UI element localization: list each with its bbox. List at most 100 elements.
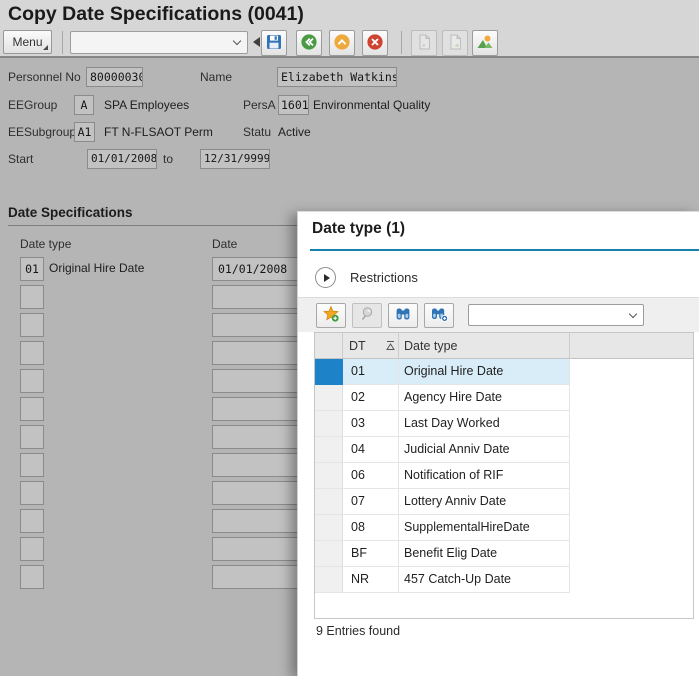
status-value: Active [278, 122, 311, 142]
overview-icon [476, 33, 494, 54]
row-filler [570, 489, 693, 515]
date-type-code-field[interactable] [20, 285, 44, 309]
status-label: Statu [243, 122, 271, 142]
personnel-no-field[interactable]: 80000030 [86, 67, 143, 87]
dt-code-cell: 06 [343, 463, 399, 489]
date-type-label-cell: Lottery Anniv Date [399, 489, 570, 515]
date-type-option-row[interactable]: 03Last Day Worked [315, 411, 693, 437]
row-selector-cell[interactable] [315, 437, 343, 463]
expand-restrictions-button[interactable] [315, 267, 336, 288]
sap-window: Copy Date Specifications (0041) Menu [0, 0, 699, 676]
pers-a-label: PersA [243, 95, 276, 115]
date-type-code-field[interactable] [20, 537, 44, 561]
chevron-down-icon [233, 37, 241, 45]
row-filler [570, 411, 693, 437]
row-selector-cell[interactable] [315, 515, 343, 541]
date-type-option-row[interactable]: 07Lottery Anniv Date [315, 489, 693, 515]
chevron-down-icon [629, 310, 637, 318]
dt-code-cell: 01 [343, 359, 399, 385]
to-label: to [163, 149, 173, 169]
row-selector-cell[interactable] [315, 567, 343, 593]
row-selector-cell[interactable] [315, 489, 343, 515]
name-field[interactable]: Elizabeth Watkins [277, 67, 397, 87]
date-type-text: Original Hire Date [49, 261, 144, 275]
date-type-option-row[interactable]: 02Agency Hire Date [315, 385, 693, 411]
binoculars-plus-icon [430, 305, 448, 326]
date-type-label-cell: SupplementalHireDate [399, 515, 570, 541]
date-type-code-field[interactable] [20, 397, 44, 421]
row-filler [570, 567, 693, 593]
date-type-code-field[interactable] [20, 481, 44, 505]
date-type-code-field[interactable] [20, 565, 44, 589]
transfer-record-button [442, 30, 468, 56]
copy-record-button [411, 30, 437, 56]
date-type-label-cell: 457 Catch-Up Date [399, 567, 570, 593]
dt-column-label: DT [349, 339, 366, 353]
menu-button-label: Menu [12, 35, 42, 49]
date-type-code-field[interactable] [20, 341, 44, 365]
row-selector-cell[interactable] [315, 541, 343, 567]
row-filler [570, 437, 693, 463]
start-label: Start [8, 149, 33, 169]
pin-icon [358, 305, 376, 326]
dt-code-cell: 03 [343, 411, 399, 437]
date-type-code-field[interactable] [20, 369, 44, 393]
date-type-option-row[interactable]: 08SupplementalHireDate [315, 515, 693, 541]
row-selector-cell[interactable] [315, 411, 343, 437]
date-type-table-header: DT Date type [315, 333, 693, 359]
date-type-code-field[interactable] [20, 453, 44, 477]
date-type-code-field[interactable] [20, 509, 44, 533]
date-type-code-field[interactable]: 01 [20, 257, 44, 281]
date-type-option-row[interactable]: 04Judicial Anniv Date [315, 437, 693, 463]
restrictions-label: Restrictions [350, 270, 418, 285]
date-type-code-field[interactable] [20, 313, 44, 337]
cancel-button[interactable] [362, 30, 388, 56]
overview-button[interactable] [472, 30, 498, 56]
row-selector-cell[interactable] [315, 463, 343, 489]
date-type-label-cell: Notification of RIF [399, 463, 570, 489]
date-type-code-field[interactable] [20, 425, 44, 449]
back-button[interactable] [296, 30, 322, 56]
date-type-option-row[interactable]: NR457 Catch-Up Date [315, 567, 693, 593]
document-arrow-left-icon [415, 33, 433, 54]
date-type-option-row[interactable]: BFBenefit Elig Date [315, 541, 693, 567]
toolbar-separator [401, 31, 402, 54]
command-field[interactable] [70, 31, 248, 54]
save-icon [265, 33, 283, 54]
row-filler [570, 541, 693, 567]
row-selector-cell[interactable] [315, 359, 343, 385]
end-date-field[interactable]: 12/31/9999 [200, 149, 270, 169]
date-type-label-cell: Judicial Anniv Date [399, 437, 570, 463]
date-column-label: Date [212, 236, 237, 252]
date-type-option-row[interactable]: 01Original Hire Date [315, 359, 693, 385]
ee-group-field[interactable]: A [74, 95, 94, 115]
start-date-field[interactable]: 01/01/2008 [87, 149, 157, 169]
date-type-column-label: Date type [404, 339, 458, 353]
find-button[interactable] [388, 303, 418, 328]
find-next-button[interactable] [424, 303, 454, 328]
date-type-option-row[interactable]: 06Notification of RIF [315, 463, 693, 489]
collapse-toolbar-icon[interactable] [253, 37, 260, 47]
date-type-label-cell: Last Day Worked [399, 411, 570, 437]
ee-subgroup-field[interactable]: A1 [74, 122, 95, 142]
dt-code-cell: 02 [343, 385, 399, 411]
dt-code-cell: NR [343, 567, 399, 593]
value-help-toolbar [298, 297, 699, 332]
favorite-star-icon [322, 305, 340, 326]
search-combo[interactable] [468, 304, 644, 326]
dt-column-header[interactable]: DT [343, 333, 399, 358]
pers-a-field[interactable]: 1601 [278, 95, 309, 115]
date-type-column-header[interactable]: Date type [399, 333, 570, 358]
entries-found-text: 9 Entries found [316, 624, 400, 638]
add-to-personal-list-button[interactable] [316, 303, 346, 328]
date-type-column-label: Date type [20, 236, 71, 252]
row-filler [570, 359, 693, 385]
ee-subgroup-label: EESubgroup [8, 122, 76, 142]
menu-button[interactable]: Menu [3, 30, 52, 54]
dt-code-cell: 07 [343, 489, 399, 515]
row-selector-cell[interactable] [315, 385, 343, 411]
exit-button[interactable] [329, 30, 355, 56]
save-button[interactable] [261, 30, 287, 56]
toolbar-separator [62, 31, 63, 54]
page-title: Copy Date Specifications (0041) [8, 3, 304, 26]
